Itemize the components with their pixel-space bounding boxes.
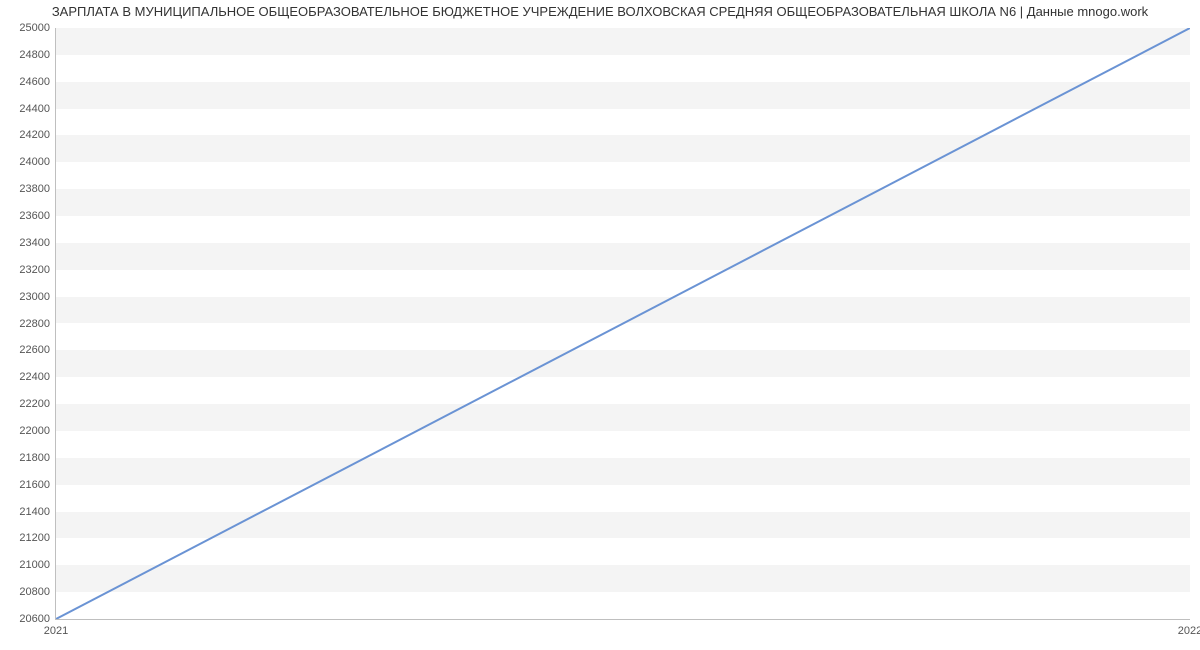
chart-line xyxy=(56,28,1190,619)
plot-area: 2060020800210002120021400216002180022000… xyxy=(55,28,1190,620)
y-tick-label: 20600 xyxy=(19,613,50,625)
y-tick-label: 21800 xyxy=(19,452,50,464)
chart-title: ЗАРПЛАТА В МУНИЦИПАЛЬНОЕ ОБЩЕОБРАЗОВАТЕЛ… xyxy=(0,4,1200,19)
y-tick-label: 24000 xyxy=(19,156,50,168)
y-tick-label: 23000 xyxy=(19,291,50,303)
y-tick-label: 23600 xyxy=(19,210,50,222)
y-tick-label: 24800 xyxy=(19,49,50,61)
y-tick-label: 23400 xyxy=(19,237,50,249)
y-tick-label: 21200 xyxy=(19,532,50,544)
y-tick-label: 20800 xyxy=(19,586,50,598)
salary-line-chart: ЗАРПЛАТА В МУНИЦИПАЛЬНОЕ ОБЩЕОБРАЗОВАТЕЛ… xyxy=(0,0,1200,650)
y-tick-label: 22600 xyxy=(19,344,50,356)
y-tick-label: 21000 xyxy=(19,559,50,571)
x-tick-label: 2021 xyxy=(44,625,68,637)
y-tick-label: 24600 xyxy=(19,76,50,88)
y-tick-label: 21600 xyxy=(19,479,50,491)
y-tick-label: 22400 xyxy=(19,371,50,383)
y-tick-label: 23200 xyxy=(19,264,50,276)
y-tick-label: 22000 xyxy=(19,425,50,437)
x-tick-label: 2022 xyxy=(1178,625,1200,637)
y-tick-label: 25000 xyxy=(19,22,50,34)
y-tick-label: 22800 xyxy=(19,318,50,330)
y-tick-label: 24400 xyxy=(19,103,50,115)
y-tick-label: 24200 xyxy=(19,129,50,141)
y-tick-label: 22200 xyxy=(19,398,50,410)
y-tick-label: 23800 xyxy=(19,183,50,195)
y-tick-label: 21400 xyxy=(19,506,50,518)
